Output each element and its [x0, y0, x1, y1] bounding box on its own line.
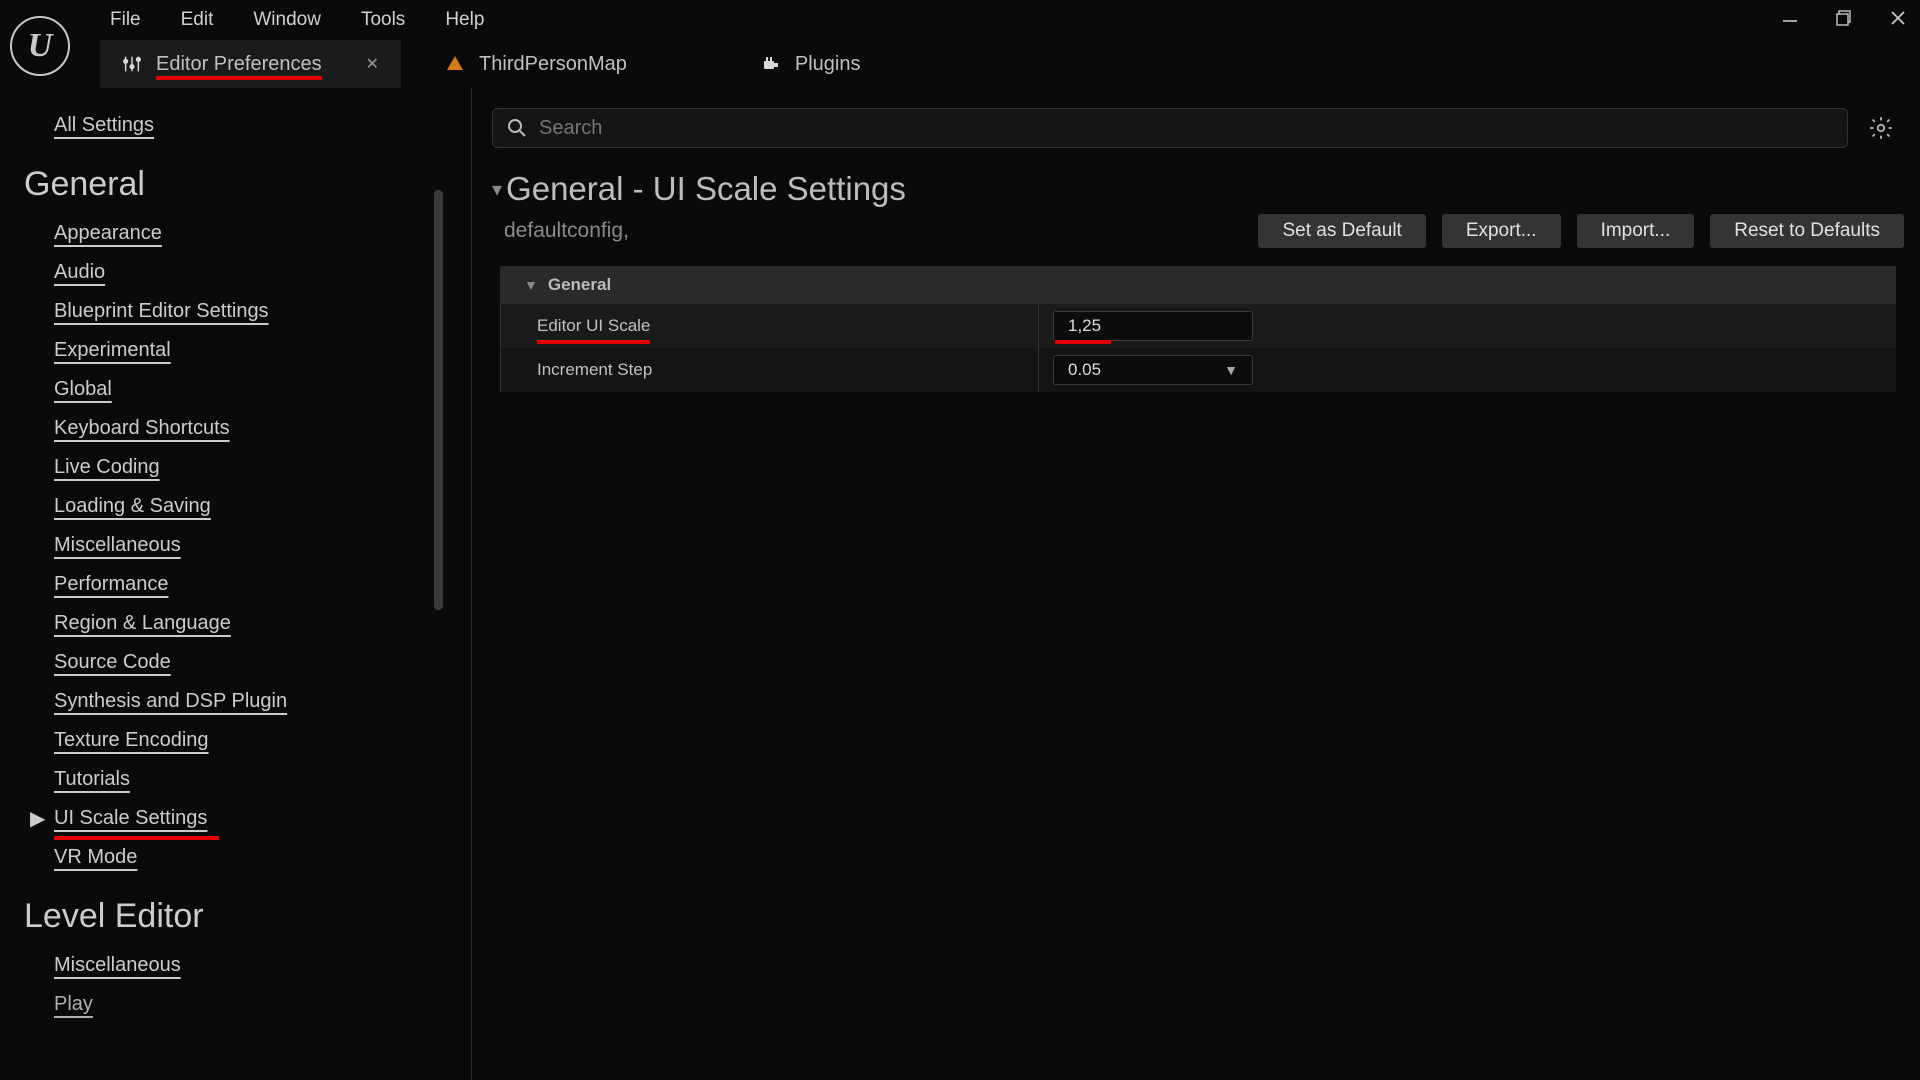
set-as-default-button[interactable]: Set as Default	[1258, 214, 1425, 248]
document-tabbar: Editor Preferences ✕ ThirdPersonMap Plug…	[0, 40, 1920, 88]
import-button[interactable]: Import...	[1577, 214, 1695, 248]
sidebar-item-appearance[interactable]: Appearance	[24, 214, 447, 253]
property-label: Increment Step	[537, 360, 652, 380]
settings-content: ▾ General - UI Scale Settings defaultcon…	[472, 88, 1920, 1080]
collapse-page-icon[interactable]: ▾	[492, 177, 502, 202]
sidebar-item-tutorials[interactable]: Tutorials	[24, 760, 447, 799]
close-tab-icon[interactable]: ✕	[336, 54, 379, 74]
section-expand-icon: ▼	[524, 277, 538, 293]
export-button[interactable]: Export...	[1442, 214, 1561, 248]
settings-sliders-icon	[122, 54, 142, 74]
page-subtitle: defaultconfig,	[504, 219, 629, 243]
sidebar-item-le-play[interactable]: Play	[24, 985, 447, 1024]
sidebar-item-live-coding[interactable]: Live Coding	[24, 448, 447, 487]
property-row-increment-step: Increment Step 0.05 ▼	[500, 348, 1896, 392]
page-title: General - UI Scale Settings	[506, 170, 906, 208]
current-page-indicator-icon: ▶	[30, 806, 45, 831]
sidebar-item-le-miscellaneous[interactable]: Miscellaneous	[24, 946, 447, 985]
tab-third-person-map[interactable]: ThirdPersonMap	[423, 40, 649, 88]
sidebar-item-global[interactable]: Global	[24, 370, 447, 409]
chevron-down-icon: ▼	[1224, 362, 1238, 378]
sidebar-item-keyboard-shortcuts[interactable]: Keyboard Shortcuts	[24, 409, 447, 448]
tab-label: Plugins	[795, 53, 861, 76]
tab-plugins[interactable]: Plugins	[739, 40, 883, 88]
tab-label: ThirdPersonMap	[479, 53, 627, 76]
sidebar-item-loading-saving[interactable]: Loading & Saving	[24, 487, 447, 526]
search-input[interactable]	[539, 117, 1833, 140]
sidebar-item-region-language[interactable]: Region & Language	[24, 604, 447, 643]
sidebar-item-label: UI Scale Settings	[54, 807, 207, 830]
dropdown-value: 0.05	[1068, 360, 1101, 380]
editor-ui-scale-input[interactable]	[1053, 311, 1253, 341]
highlight-underline	[1055, 340, 1111, 344]
property-label: Editor UI Scale	[537, 316, 650, 336]
sidebar-item-ui-scale-settings[interactable]: ▶ UI Scale Settings	[24, 799, 447, 838]
search-bar[interactable]	[492, 108, 1848, 148]
sidebar-item-vr-mode[interactable]: VR Mode	[24, 838, 447, 877]
minimize-button[interactable]	[1778, 6, 1802, 30]
property-row-editor-ui-scale: Editor UI Scale	[500, 304, 1896, 348]
section-title: General	[548, 275, 611, 295]
sidebar-all-settings[interactable]: All Settings	[24, 106, 447, 145]
tab-editor-preferences[interactable]: Editor Preferences ✕	[100, 40, 401, 88]
sidebar-item-experimental[interactable]: Experimental	[24, 331, 447, 370]
map-icon	[445, 54, 465, 74]
sidebar-item-source-code[interactable]: Source Code	[24, 643, 447, 682]
search-icon	[507, 118, 527, 138]
sidebar-item-miscellaneous[interactable]: Miscellaneous	[24, 526, 447, 565]
menu-tools[interactable]: Tools	[341, 9, 425, 31]
settings-sidebar: All Settings General Appearance Audio Bl…	[0, 88, 472, 1080]
unreal-logo: U	[10, 16, 70, 76]
reset-to-defaults-button[interactable]: Reset to Defaults	[1710, 214, 1904, 248]
sidebar-item-performance[interactable]: Performance	[24, 565, 447, 604]
menu-edit[interactable]: Edit	[161, 9, 234, 31]
section-header-general[interactable]: ▼ General	[500, 266, 1896, 304]
main-menubar: File Edit Window Tools Help	[0, 0, 1920, 40]
menu-window[interactable]: Window	[233, 9, 341, 31]
increment-step-dropdown[interactable]: 0.05 ▼	[1053, 355, 1253, 385]
menu-help[interactable]: Help	[425, 9, 504, 31]
sidebar-item-texture-encoding[interactable]: Texture Encoding	[24, 721, 447, 760]
maximize-button[interactable]	[1832, 6, 1856, 30]
sidebar-section-general: General	[24, 145, 447, 214]
tab-label: Editor Preferences	[156, 53, 322, 76]
settings-gear-icon[interactable]	[1868, 115, 1894, 141]
sidebar-item-blueprint-editor-settings[interactable]: Blueprint Editor Settings	[24, 292, 447, 331]
menu-file[interactable]: File	[90, 9, 161, 31]
sidebar-item-synthesis-dsp[interactable]: Synthesis and DSP Plugin	[24, 682, 447, 721]
plugin-icon	[761, 54, 781, 74]
sidebar-item-audio[interactable]: Audio	[24, 253, 447, 292]
sidebar-section-level-editor: Level Editor	[24, 877, 447, 946]
close-button[interactable]	[1886, 6, 1910, 30]
window-controls	[1778, 6, 1910, 30]
